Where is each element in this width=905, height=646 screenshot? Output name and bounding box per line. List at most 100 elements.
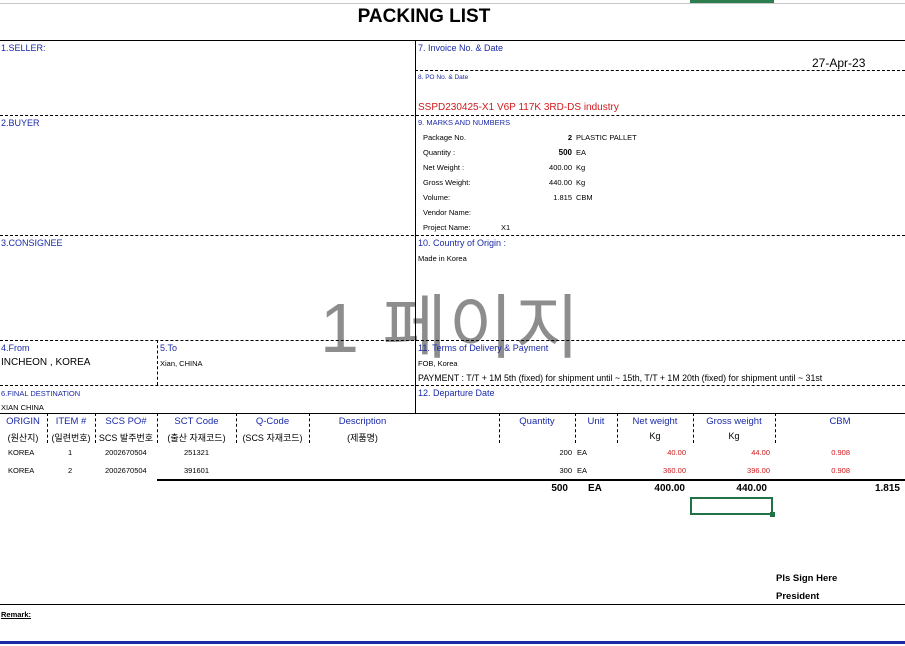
invoice-label: 7. Invoice No. & Date [418,43,504,53]
cell-qty: 200 [559,448,572,457]
col-header-quantity: Quantity [519,416,555,427]
col-subheader-origin: (원산지) [7,433,39,443]
cell-unit: EA [577,448,588,457]
col-header-cbm: CBM [829,416,851,427]
total-net: 400.00 [654,483,685,494]
page-title: PACKING LIST [357,6,491,27]
rule-remark [0,604,905,605]
marks-row-unit: EA [576,148,587,157]
seller-label: 1.SELLER: [1,43,46,53]
cell-item: 1 [68,448,73,457]
origin-country-label: 10. Country of Origin : [418,238,507,248]
consignee-label: 3.CONSIGNEE [1,238,63,248]
marks-row-value: X1 [501,223,511,232]
col-header-unit: Unit [587,416,605,427]
marks-row-unit: CBM [576,193,593,202]
rule-consignee-top [0,235,905,236]
cell-origin: KOREA [8,466,35,475]
departure-label: 12. Departure Date [418,388,495,398]
col-subheader-item: (일련번호) [51,433,91,443]
total-cbm: 1.815 [874,483,900,494]
total-unit: EA [588,483,602,494]
cell-cbm: 0.908 [831,448,850,457]
col-header-gross: Gross weight [706,416,762,427]
cell-po: 2002670504 [105,448,147,457]
col-header-sct: SCT Code [174,416,219,427]
cell-sct: 251321 [184,448,210,457]
col-subheader-net-unit: Kg [649,431,661,441]
marks-row-value: 400.00 [549,163,572,172]
rule-bottom [0,641,905,644]
rule-dest-top [0,385,905,386]
final-dest-label: 6.FINAL DESTINATION [1,389,81,398]
remark-label: Remark: [1,610,32,619]
to-label: 5.To [160,343,178,353]
col-subheader-sct: (출산 자재코드) [167,433,226,443]
marks-row-name: Net Weight : [423,163,465,172]
marks-row-unit: Kg [576,178,586,187]
marks-row-unit: Kg [576,163,586,172]
from-label: 4.From [1,343,30,353]
origin-country-value: Made in Korea [418,254,467,263]
rule-buyer-top [0,115,905,116]
rule-table-top [0,413,905,414]
col-subheader-description: (제품명) [347,433,378,443]
marks-row-name: Package No. [423,133,466,142]
marks-row-value: 440.00 [549,178,572,187]
selected-cell[interactable] [690,497,773,515]
rule-from-to [157,340,158,385]
from-value: INCHEON , KOREA [1,357,91,368]
to-value: Xian, CHINA [160,359,203,368]
cell-gross: 44.00 [751,448,770,457]
marks-row-value: 1.815 [553,193,572,202]
terms-label: 11. Terms of Delivery & Payment [418,343,549,353]
col-header-origin: ORIGIN [6,416,40,427]
total-gross: 440.00 [736,483,767,494]
cell-sct: 391601 [184,466,210,475]
buyer-label: 2.BUYER [1,118,40,128]
marks-row-name: Gross Weight: [423,178,471,187]
cell-item: 2 [68,466,73,475]
marks-row-name: Quantity : [423,148,456,157]
marks-row-unit: PLASTIC PALLET [576,133,637,142]
col-header-item: ITEM # [55,416,87,427]
col-subheader-gross-unit: Kg [728,431,740,441]
cell-net: 40.00 [667,448,686,457]
sign-line2: President [776,591,820,602]
cell-gross: 396.00 [747,466,770,475]
terms-line1: FOB, Korea [418,359,458,368]
sign-line1: Pls Sign Here [776,573,838,584]
selected-column-marker [690,0,774,3]
marks-row-name: Project Name: [423,223,471,232]
cell-fill-handle[interactable] [770,512,775,517]
marks-row-name: Vendor Name: [423,208,471,217]
cell-origin: KOREA [8,448,35,457]
cell-unit: EA [577,466,588,475]
rule-center [415,40,416,413]
rule-from-top [0,340,905,341]
rule-invoice [415,70,905,71]
cell-cbm: 0.908 [831,466,850,475]
marks-label: 9. MARKS AND NUMBERS [418,118,511,127]
po-label: 8. PO No. & Date [418,74,469,81]
col-sep [775,413,776,443]
col-header-net: Net weight [632,416,678,427]
col-header-qcode: Q-Code [255,416,290,427]
page-watermark: 1 페이지 [320,289,582,367]
col-header-description: Description [338,416,387,427]
cell-qty: 300 [559,466,572,475]
col-subheader-qcode: (SCS 자재코드) [242,433,303,443]
final-dest-value: XIAN CHINA [1,403,44,412]
po-value: SSPD230425-X1 V6P 117K 3RD-DS industry [418,102,619,113]
marks-row-name: Volume: [423,193,451,202]
col-subheader-po: SCS 발주번호 [98,433,154,443]
cell-po: 2002670504 [105,466,147,475]
marks-row-value: 500 [558,148,572,157]
col-header-po: SCS PO# [105,416,147,427]
rule-totals [157,479,905,481]
terms-line2: PAYMENT : T/T + 1M 5th (fixed) for shipm… [418,373,823,383]
invoice-date: 27-Apr-23 [812,56,866,70]
total-qty: 500 [551,483,568,494]
rule-top [0,40,905,41]
cell-net: 360.00 [663,466,686,475]
